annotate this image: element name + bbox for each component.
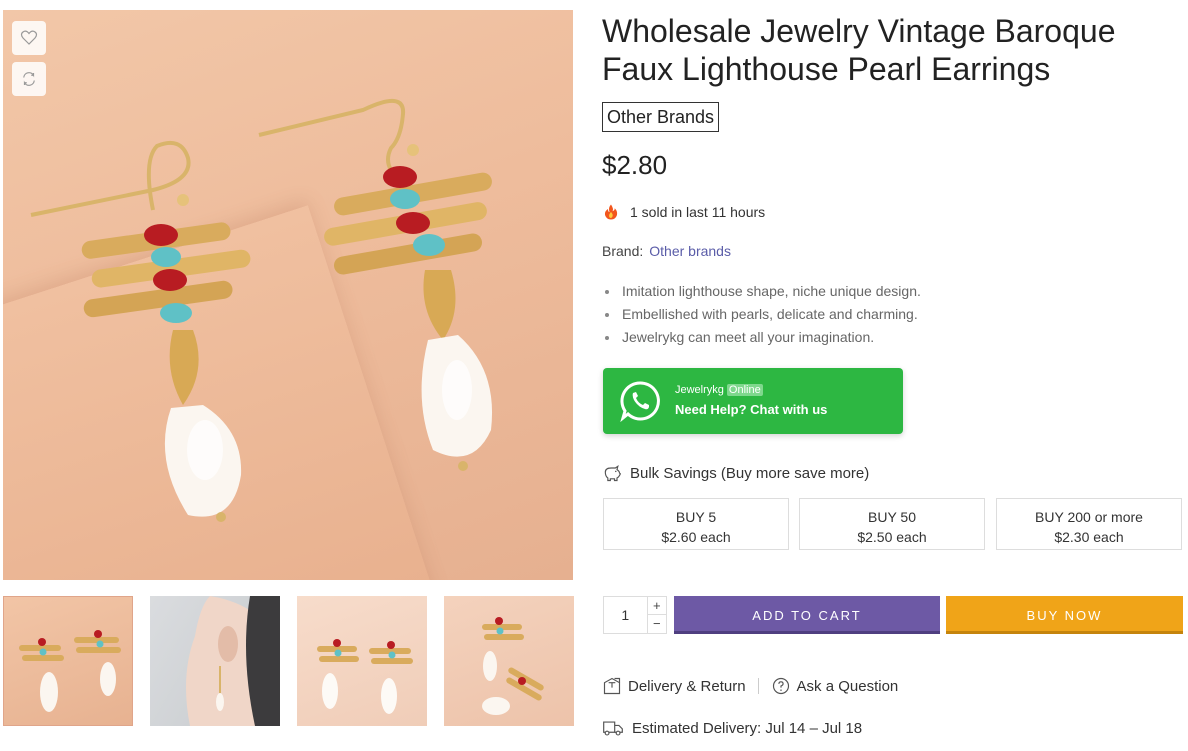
main-product-image[interactable] xyxy=(3,10,573,580)
truck-icon xyxy=(603,721,623,736)
bulk-tier-200[interactable]: BUY 200 or more $2.30 each xyxy=(996,498,1182,550)
brand-badge[interactable]: Other Brands xyxy=(602,102,720,132)
box-return-icon xyxy=(603,677,621,695)
tier-price: $2.60 each xyxy=(661,529,731,545)
product-title: Wholesale Jewelry Vintage Baroque Faux L… xyxy=(602,13,1116,87)
refresh-icon xyxy=(23,72,35,86)
bulk-tier-5[interactable]: BUY 5 $2.60 each xyxy=(603,498,789,550)
delivery-return-label: Delivery & Return xyxy=(628,677,746,695)
tier-price: $2.30 each xyxy=(1054,529,1124,545)
estimated-delivery: Estimated Delivery: Jul 14 – Jul 18 xyxy=(602,718,862,738)
brand-link[interactable]: Other brands xyxy=(649,243,731,259)
bulk-tier-50[interactable]: BUY 50 $2.50 each xyxy=(799,498,985,550)
feature-list: Imitation lighthouse shape, niche unique… xyxy=(602,280,921,349)
thumbnail-model-art xyxy=(186,596,280,726)
bulk-savings-heading: Bulk Savings (Buy more save more) xyxy=(602,463,869,483)
thumbnail-3[interactable] xyxy=(297,596,427,726)
whatsapp-agent-name: Jewelrykg xyxy=(675,384,724,396)
feature-item: Imitation lighthouse shape, niche unique… xyxy=(602,280,921,303)
tier-qty: BUY 200 or more xyxy=(1035,509,1143,525)
whatsapp-cta: Need Help? Chat with us xyxy=(675,402,828,417)
estimated-delivery-text: Estimated Delivery: Jul 14 – Jul 18 xyxy=(632,719,863,737)
link-divider xyxy=(757,678,759,694)
thumbnail-2[interactable] xyxy=(150,596,280,726)
buy-now-button[interactable]: BUY NOW xyxy=(946,596,1183,634)
add-to-cart-button[interactable]: ADD TO CART xyxy=(674,596,940,634)
whatsapp-icon xyxy=(620,381,660,422)
product-price: $2.80 xyxy=(602,150,668,180)
question-icon xyxy=(772,677,789,695)
thumbnail-earrings-art xyxy=(19,630,121,712)
tier-price: $2.50 each xyxy=(857,529,927,545)
product-links: Delivery & Return Ask a Question xyxy=(602,676,898,696)
thumbnail-4[interactable] xyxy=(444,596,574,726)
sold-text: 1 sold in last 11 hours xyxy=(630,204,766,220)
brand-label: Brand: xyxy=(602,243,644,259)
thumbnail-1[interactable] xyxy=(3,596,133,726)
delivery-return-link[interactable]: Delivery & Return xyxy=(602,676,746,696)
heart-icon xyxy=(20,30,38,45)
sold-indicator: 1 sold in last 11 hours xyxy=(602,203,765,221)
feature-item: Jewelrykg can meet all your imagination. xyxy=(602,326,921,349)
ask-question-link[interactable]: Ask a Question xyxy=(771,676,899,696)
fire-icon xyxy=(604,204,618,220)
compare-button[interactable] xyxy=(12,62,46,96)
quantity-decrease-button[interactable]: − xyxy=(648,615,666,633)
quantity-input[interactable]: 1 xyxy=(604,597,647,633)
piggy-bank-icon xyxy=(604,465,622,482)
wishlist-button[interactable] xyxy=(12,21,46,55)
bulk-savings-text: Bulk Savings (Buy more save more) xyxy=(630,464,870,482)
feature-item: Embellished with pearls, delicate and ch… xyxy=(602,303,921,326)
quantity-stepper: 1 + − xyxy=(603,596,667,634)
tier-qty: BUY 50 xyxy=(868,509,916,525)
tier-qty: BUY 5 xyxy=(675,509,717,525)
brand-line: Brand: Other brands xyxy=(602,243,731,259)
thumbnail-earrings-art xyxy=(317,639,413,714)
online-status-badge: Online xyxy=(726,384,763,396)
quantity-increase-button[interactable]: + xyxy=(647,597,666,615)
thumbnail-earrings-art xyxy=(482,617,544,715)
whatsapp-chat-button[interactable]: Jewelrykg Online Need Help? Chat with us xyxy=(603,368,903,434)
ask-question-label: Ask a Question xyxy=(796,677,899,695)
earrings-illustration xyxy=(30,99,493,522)
